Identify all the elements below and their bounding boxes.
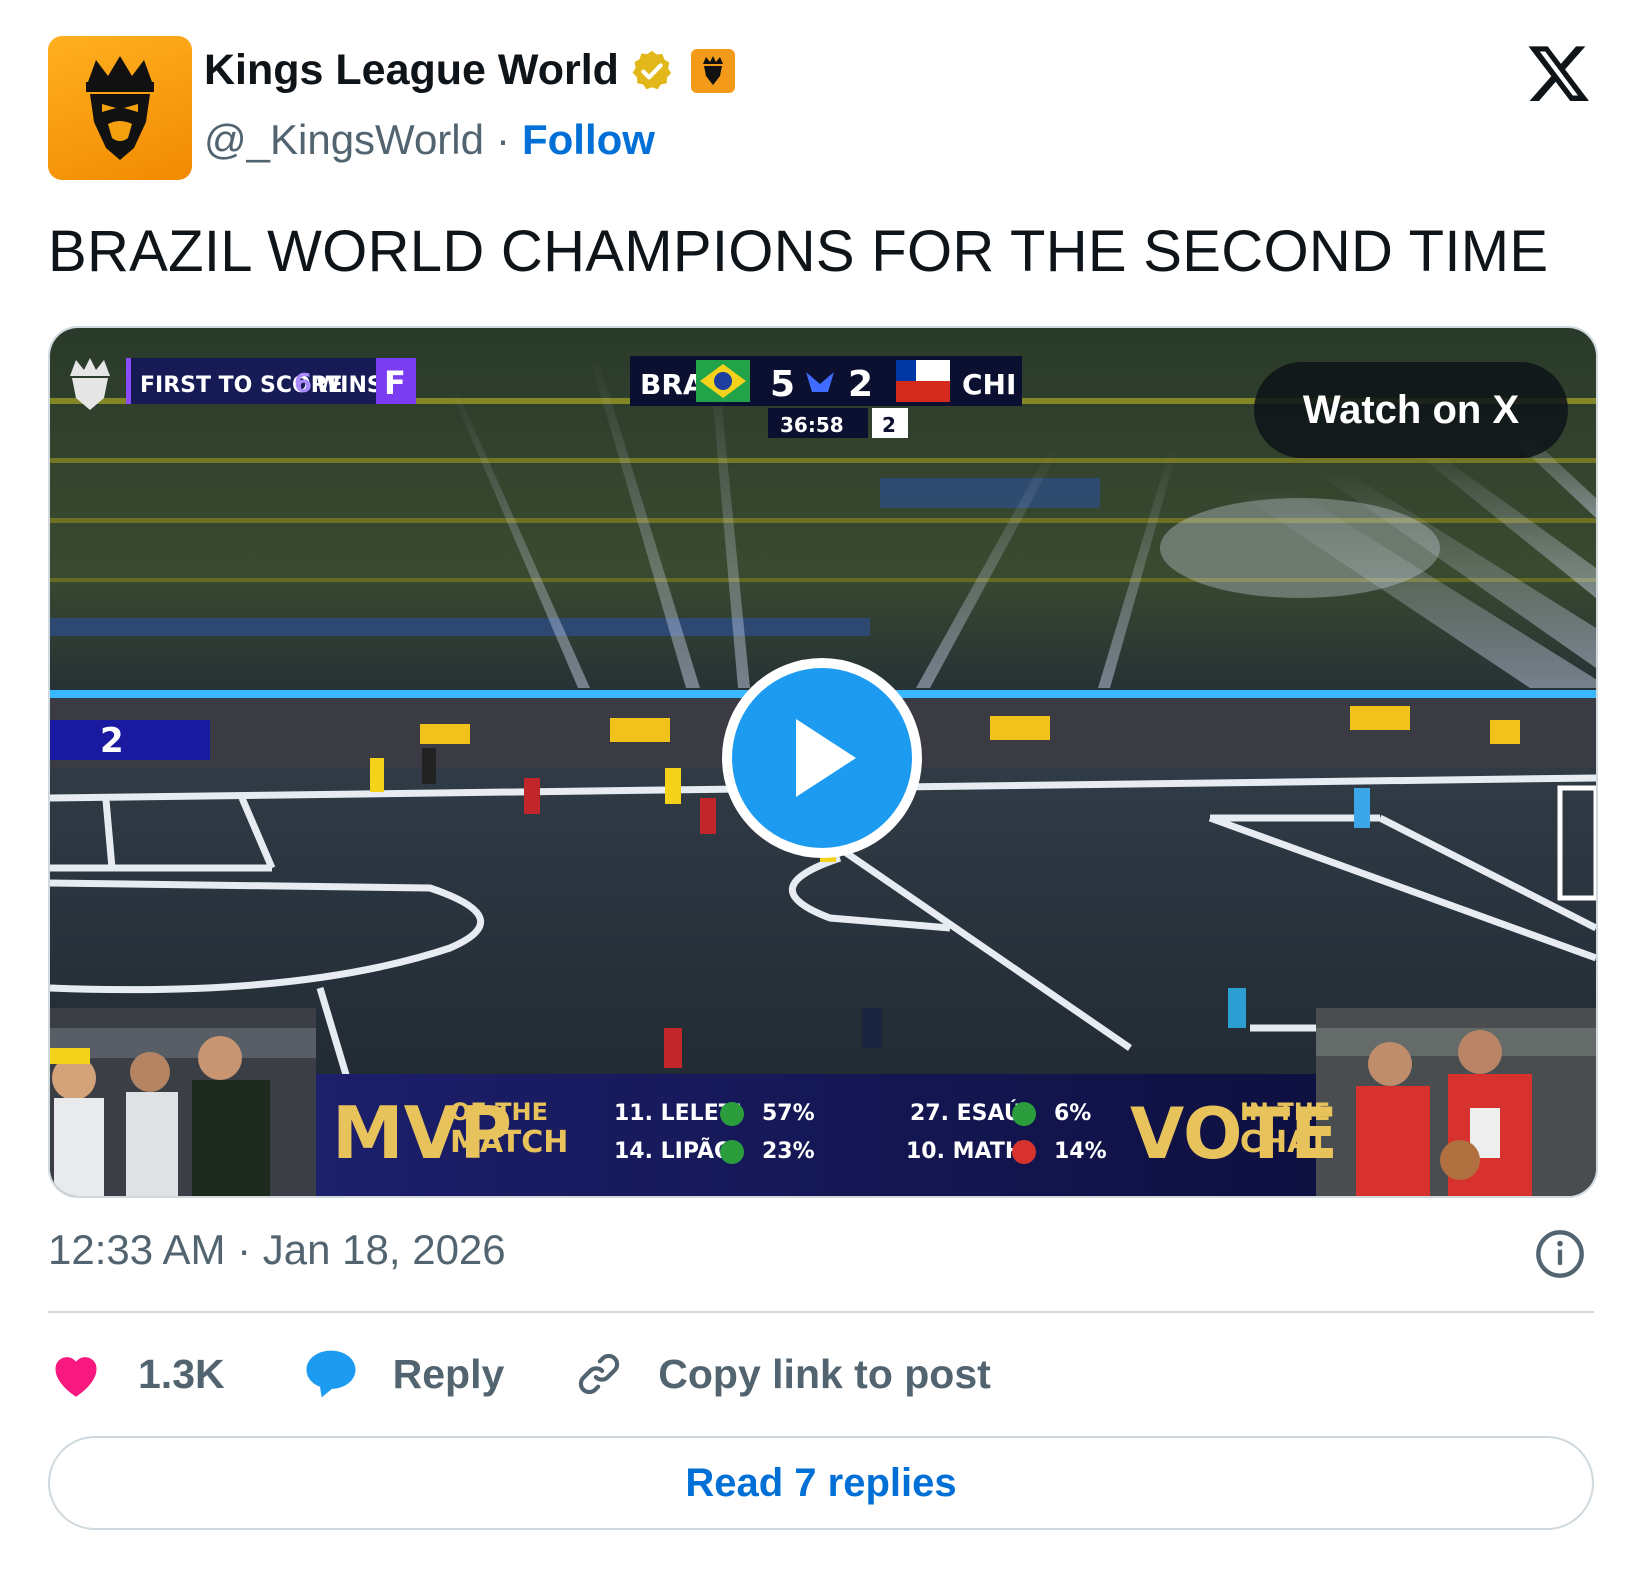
brazil-crest-icon <box>720 1102 744 1126</box>
brazil-crest-icon <box>720 1140 744 1164</box>
rule-prefix: FIRST TO SCORE <box>140 373 343 398</box>
play-button[interactable] <box>722 658 922 858</box>
author-handle[interactable]: @_KingsWorld <box>204 116 484 164</box>
like-count: 1.3K <box>138 1350 225 1397</box>
embedded-post-card: Kings League World @_KingsWorld · Follow… <box>0 0 1644 1578</box>
reply-bubble-icon <box>306 1350 356 1398</box>
brazil-crest-icon <box>1012 1102 1036 1126</box>
board-number: 2 <box>100 721 124 761</box>
copy-link-label: Copy link to post <box>658 1350 991 1397</box>
mvp-candidate-name: 14. LIPÃO <box>614 1138 733 1164</box>
author-name-row: Kings League World <box>204 46 735 95</box>
away-team: CHI <box>962 368 1016 401</box>
rule-suffix: WINS <box>316 373 383 398</box>
handle-separator: · <box>495 116 510 163</box>
author-handle-row: @_KingsWorld · Follow <box>204 116 655 164</box>
verified-badge-icon <box>632 50 672 89</box>
post-timestamp[interactable]: 12:33 AM · Jan 18, 2026 <box>48 1226 506 1274</box>
match-clock: 36:58 <box>780 413 844 437</box>
post-text: BRAZIL WORLD CHAMPIONS FOR THE SECOND TI… <box>48 219 1549 284</box>
home-score: 5 <box>770 364 795 405</box>
home-team: BRA <box>640 368 705 401</box>
mvp-candidate-pct: 6% <box>1054 1101 1091 1126</box>
away-score: 2 <box>848 364 873 405</box>
like-button[interactable]: 1.3K <box>48 1349 225 1399</box>
mvp-candidate-pct: 57% <box>762 1101 815 1126</box>
info-icon[interactable] <box>1534 1228 1586 1280</box>
post-actions: 1.3K Reply Copy link to post <box>48 1344 991 1404</box>
vote-sub1: IN THE <box>1240 1098 1330 1126</box>
fortnite-f-badge: F <box>384 364 406 402</box>
play-icon <box>796 719 856 797</box>
follow-button[interactable]: Follow <box>522 116 655 164</box>
x-logo-icon[interactable] <box>1526 40 1592 106</box>
reply-label: Reply <box>392 1350 505 1397</box>
read-replies-button[interactable]: Read 7 replies <box>48 1436 1594 1530</box>
vote-sub2: CHAT <box>1240 1125 1329 1160</box>
reply-button[interactable]: Reply <box>303 1348 505 1400</box>
mvp-sub2: MATCH <box>450 1125 568 1160</box>
rule-number: 6 <box>294 369 312 399</box>
kings-league-logo-icon <box>86 56 154 160</box>
mvp-candidate-name: 27. ESAÚ <box>910 1100 1022 1126</box>
copy-link-button[interactable]: Copy link to post <box>574 1349 991 1399</box>
mvp-candidate-pct: 23% <box>762 1139 815 1164</box>
footer-divider <box>48 1311 1594 1313</box>
chile-crest-icon <box>1012 1140 1036 1164</box>
link-icon <box>579 1353 620 1395</box>
affiliate-badge-icon <box>690 48 735 93</box>
author-avatar[interactable] <box>48 36 192 180</box>
author-name[interactable]: Kings League World <box>204 46 619 95</box>
heart-icon <box>55 1357 97 1397</box>
match-period: 2 <box>882 413 896 437</box>
watch-on-x-button[interactable]: Watch on X <box>1254 362 1568 458</box>
mvp-sub1: OF THE <box>450 1098 548 1126</box>
mvp-candidate-pct: 14% <box>1054 1139 1107 1164</box>
